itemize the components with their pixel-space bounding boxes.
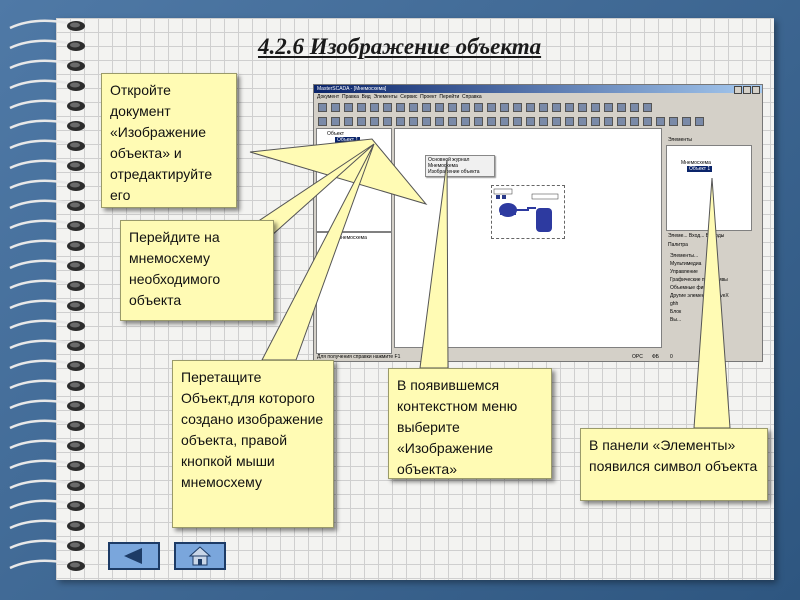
- palette-list: Элементы... Мультимедиа Управление Графи…: [670, 252, 729, 324]
- spiral-ring: [9, 479, 85, 491]
- home-button[interactable]: [174, 542, 226, 570]
- maximize-icon: [743, 86, 751, 94]
- project-tree: Объект Объект 1 Объект: [316, 128, 392, 232]
- spiral-ring: [9, 459, 85, 471]
- spiral-ring: [9, 79, 85, 91]
- spiral-ring: [9, 299, 85, 311]
- spiral-ring: [9, 119, 85, 131]
- back-button[interactable]: [108, 542, 160, 570]
- mnemonic-canvas: Основной журнал Мнемосхема Изображение о…: [394, 128, 662, 348]
- object-image: [491, 185, 565, 239]
- menu-edit: Правка: [341, 94, 359, 100]
- minimize-icon: [734, 86, 742, 94]
- spiral-ring: [9, 19, 85, 31]
- palette-item: Объемные фигуры: [670, 285, 715, 291]
- spiral-ring: [9, 519, 85, 531]
- spiral-ring: [9, 179, 85, 191]
- close-icon: [752, 86, 760, 94]
- status-zero: 0: [670, 354, 673, 360]
- spiral-ring: [9, 99, 85, 111]
- spiral-ring: [9, 159, 85, 171]
- elements-object-symbol: Объект 1: [687, 166, 713, 172]
- spiral-ring: [9, 319, 85, 331]
- lower-panel: Мнемосхема: [316, 232, 392, 354]
- spiral-ring: [9, 139, 85, 151]
- toolbar-2: [316, 116, 760, 126]
- toolbar-1: [316, 102, 760, 112]
- lower-panel-item: Мнемосхема: [337, 235, 367, 241]
- menu-bar: Документ Правка Вид Элементы Сервис Прое…: [314, 94, 762, 101]
- elements-panel-title: Элементы: [668, 137, 692, 143]
- spiral-ring: [9, 239, 85, 251]
- spiral-ring: [9, 539, 85, 551]
- palette-item: Мультимедиа: [670, 261, 702, 267]
- spiral-ring: [9, 279, 85, 291]
- spiral-ring: [9, 39, 85, 51]
- context-menu: Основной журнал Мнемосхема Изображение о…: [425, 155, 495, 177]
- spiral-ring: [9, 219, 85, 231]
- palette-tab-3: Выходы: [705, 233, 725, 239]
- palette-item: Блок: [670, 309, 682, 315]
- spiral-ring: [9, 499, 85, 511]
- menu-elements: Элементы: [373, 94, 398, 100]
- palette-item: Графические примитивы: [670, 277, 728, 283]
- spiral-ring: [9, 199, 85, 211]
- palette-item: Управление: [670, 269, 698, 275]
- palette-tabs: Элеме... Вход... Выходы: [668, 233, 724, 239]
- callout-elements-panel: В панели «Элементы» появился символ объе…: [580, 428, 768, 501]
- palette-tab-2: Вход...: [688, 233, 705, 239]
- palette-item: Вы...: [670, 317, 682, 323]
- palette-item: ghh: [670, 301, 679, 307]
- status-opc: OPC: [632, 354, 643, 360]
- elements-panel: Мнемосхема Объект 1: [666, 145, 752, 231]
- spiral-ring: [9, 439, 85, 451]
- menu-view: Вид: [361, 94, 371, 100]
- spiral-ring: [9, 399, 85, 411]
- tank-icon: [493, 188, 559, 232]
- callout-drag-object: Перетащите Объект,для которого создано и…: [172, 360, 334, 528]
- spiral-ring: [9, 359, 85, 371]
- spiral-ring: [9, 419, 85, 431]
- menu-service: Сервис: [400, 94, 418, 100]
- window-title-bar: MasterSCADA - [Мнемосхема]: [314, 85, 762, 93]
- spiral-ring: [9, 259, 85, 271]
- status-bar: Для получения справки нажмите F1 OPC ФБ …: [314, 353, 762, 361]
- palette-item: Элементы...: [670, 253, 699, 259]
- spiral-ring: [9, 59, 85, 71]
- palette-tab-1: Элеме...: [668, 233, 688, 239]
- context-menu-item-object-image: Изображение объекта: [428, 169, 480, 175]
- page-title: 4.2.6 Изображение объекта: [258, 34, 542, 59]
- menu-help: Справка: [462, 94, 482, 100]
- spiral-ring: [9, 379, 85, 391]
- palette-item: Другие элементы ActiveX: [670, 293, 729, 299]
- home-icon: [188, 546, 212, 566]
- callout-goto-mnemo: Перейдите на мнемосхему необходимого объ…: [120, 220, 274, 321]
- app-screenshot: MasterSCADA - [Мнемосхема] Документ Прав…: [313, 84, 763, 362]
- spiral-binding: [0, 14, 92, 584]
- menu-project: Проект: [420, 94, 437, 100]
- status-fb: ФБ: [652, 354, 660, 360]
- tree-child-item: Объект: [335, 143, 353, 149]
- palette-title: Палитра: [668, 242, 688, 248]
- spiral-ring: [9, 559, 85, 571]
- triangle-left-icon: [124, 548, 142, 564]
- spiral-ring: [9, 339, 85, 351]
- callout-open-document: Откройте документ «Изображение объекта» …: [101, 73, 237, 208]
- callout-context-menu: В появившемся контекстном меню выберите …: [388, 368, 552, 479]
- menu-goto: Перейти: [439, 94, 460, 100]
- menu-document: Документ: [317, 94, 340, 100]
